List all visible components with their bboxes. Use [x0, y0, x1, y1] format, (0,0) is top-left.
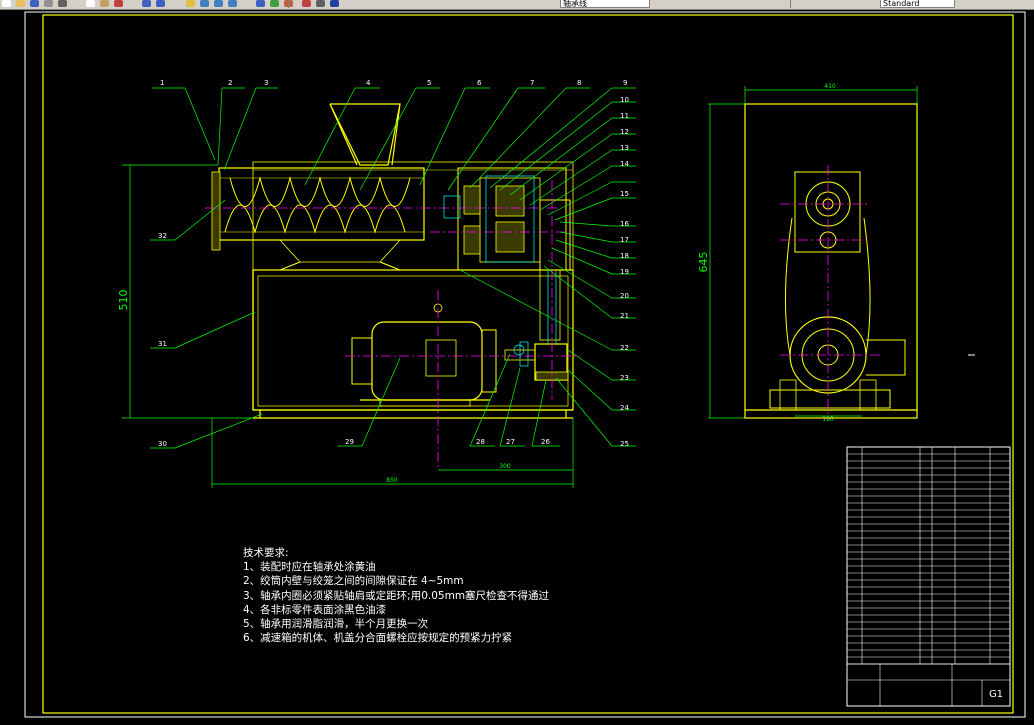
- part-label: 8: [577, 79, 581, 87]
- cut-icon: [58, 0, 67, 7]
- dim-length-850: 850: [386, 477, 398, 484]
- part-label: 24: [620, 404, 629, 412]
- bill-of-materials: G1: [846, 446, 1011, 707]
- calculator-icon: [316, 0, 325, 7]
- note-line: 6、减速箱的机体、机盖分合面螺栓应按规定的预紧力拧紧: [243, 632, 513, 645]
- cut-button[interactable]: [56, 0, 69, 8]
- dim-height-510: 510: [117, 290, 130, 311]
- part-label: 23: [620, 374, 629, 382]
- save-icon: [30, 0, 39, 7]
- part-label: 27: [506, 438, 515, 446]
- paste-button[interactable]: [98, 0, 111, 8]
- pan-icon: [186, 0, 195, 7]
- properties-button[interactable]: [254, 0, 267, 8]
- part-label: 15: [620, 190, 629, 198]
- zoom-window-icon: [214, 0, 223, 7]
- part-label: 30: [158, 440, 167, 448]
- toolbar-separator: [288, 0, 289, 8]
- dimension-texts: 510 850 300 645 410 180: [117, 83, 836, 484]
- note-line: 5、轴承用润滑脂润滑，半个月更换一次: [243, 618, 429, 631]
- help-icon: [330, 0, 339, 7]
- print-button[interactable]: [42, 0, 55, 8]
- technical-notes: 技术要求: 1、装配时应在轴承处涂黄油 2、绞筒内壁与绞笼之间的间隙保证在 4~…: [243, 546, 549, 645]
- front-view: [218, 103, 574, 419]
- help-button[interactable]: [328, 0, 341, 8]
- part-label: 18: [620, 252, 629, 260]
- part-label: 20: [620, 292, 629, 300]
- match-icon: [114, 0, 123, 7]
- standard-toolbar: 轴承线 Standard: [0, 0, 1034, 10]
- markup-icon: [302, 0, 311, 7]
- text-style-combo[interactable]: Standard: [880, 0, 955, 8]
- copy-button[interactable]: [84, 0, 97, 8]
- zoom-previous-icon: [228, 0, 237, 7]
- note-line: 1、装配时应在轴承处涂黄油: [243, 561, 376, 574]
- calculator-button[interactable]: [314, 0, 327, 8]
- note-line: 3、轴承内圈必须紧贴轴肩或定距环;用0.05mm塞尺检查不得通过: [243, 589, 550, 602]
- copy-icon: [86, 0, 95, 7]
- part-label: 25: [620, 440, 629, 448]
- dim-width-410: 410: [824, 83, 836, 90]
- match-button[interactable]: [112, 0, 125, 8]
- pan-button[interactable]: [184, 0, 197, 8]
- dim-height-645: 645: [697, 252, 710, 273]
- part-label: 26: [541, 438, 550, 446]
- part-label: 14: [620, 160, 629, 168]
- part-label: 1: [160, 79, 164, 87]
- undo-icon: [142, 0, 151, 7]
- part-label: 28: [476, 438, 485, 446]
- part-label: 9: [623, 79, 627, 87]
- save-button[interactable]: [28, 0, 41, 8]
- note-line: 2、绞筒内壁与绞笼之间的间隙保证在 4~5mm: [243, 575, 464, 588]
- side-view: [744, 103, 918, 419]
- part-label: 17: [620, 236, 629, 244]
- part-label: 32: [158, 232, 167, 240]
- part-label: 22: [620, 344, 629, 352]
- part-label: 12: [620, 128, 629, 136]
- part-label: 21: [620, 312, 629, 320]
- dimension-lines: [122, 86, 918, 488]
- layer-combo[interactable]: 轴承线: [560, 0, 650, 8]
- part-label: 3: [264, 79, 268, 87]
- redo-icon: [156, 0, 165, 7]
- part-label: 13: [620, 144, 629, 152]
- design-center-button[interactable]: [268, 0, 281, 8]
- open-icon: [16, 0, 25, 7]
- part-label: 31: [158, 340, 167, 348]
- redo-button[interactable]: [154, 0, 167, 8]
- part-label: 16: [620, 220, 629, 228]
- notes-title: 技术要求:: [243, 547, 289, 559]
- note-line: 4、各非标零件表面涂黑色油漆: [243, 603, 387, 616]
- part-label: 19: [620, 268, 629, 276]
- part-label: 10: [620, 96, 629, 104]
- design-center-icon: [270, 0, 279, 7]
- part-label: 5: [427, 79, 431, 87]
- properties-icon: [256, 0, 265, 7]
- part-label: 11: [620, 112, 629, 120]
- sheet-code: G1: [989, 689, 1003, 700]
- paste-icon: [100, 0, 109, 7]
- part-label: 4: [366, 79, 371, 87]
- toolbar-separator: [790, 0, 791, 8]
- dim-width-300: 300: [499, 463, 511, 470]
- zoom-realtime-icon: [200, 0, 209, 7]
- part-label: 6: [477, 79, 482, 87]
- part-label: 2: [228, 79, 232, 87]
- undo-button[interactable]: [140, 0, 153, 8]
- new-icon: [2, 0, 11, 7]
- new-button[interactable]: [0, 0, 13, 8]
- open-button[interactable]: [14, 0, 27, 8]
- zoom-window-button[interactable]: [212, 0, 225, 8]
- markup-button[interactable]: [300, 0, 313, 8]
- zoom-realtime-button[interactable]: [198, 0, 211, 8]
- zoom-previous-button[interactable]: [226, 0, 239, 8]
- print-icon: [44, 0, 53, 7]
- part-label: 7: [530, 79, 534, 87]
- part-label: 29: [345, 438, 354, 446]
